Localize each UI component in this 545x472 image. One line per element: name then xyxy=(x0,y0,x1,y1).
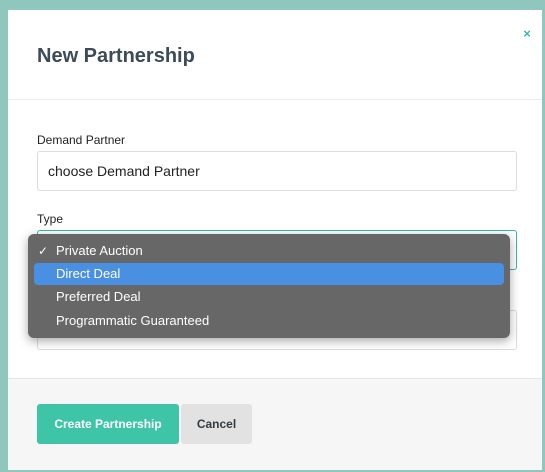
check-icon: ✓ xyxy=(38,244,49,258)
type-option-preferred-deal[interactable]: Preferred Deal xyxy=(34,286,504,308)
option-label: Private Auction xyxy=(56,243,143,258)
option-label: Direct Deal xyxy=(56,266,121,281)
close-icon[interactable]: × xyxy=(520,27,534,41)
demand-partner-select[interactable]: choose Demand Partner xyxy=(37,151,517,191)
option-label: Programmatic Guaranteed xyxy=(56,313,210,328)
demand-partner-label: Demand Partner xyxy=(37,133,126,147)
modal-title: New Partnership xyxy=(37,45,195,67)
type-option-programmatic-guaranteed[interactable]: Programmatic Guaranteed xyxy=(34,310,504,332)
type-label: Type xyxy=(37,212,64,226)
cancel-button[interactable]: Cancel xyxy=(181,404,252,444)
modal-header: New Partnership × xyxy=(8,10,542,100)
type-option-private-auction[interactable]: ✓ Private Auction xyxy=(34,240,504,262)
type-option-direct-deal[interactable]: Direct Deal xyxy=(34,263,504,285)
create-partnership-button[interactable]: Create Partnership xyxy=(37,404,179,444)
option-label: Preferred Deal xyxy=(56,289,141,304)
type-dropdown-menu: ✓ Private Auction Direct Deal Preferred … xyxy=(28,234,510,338)
